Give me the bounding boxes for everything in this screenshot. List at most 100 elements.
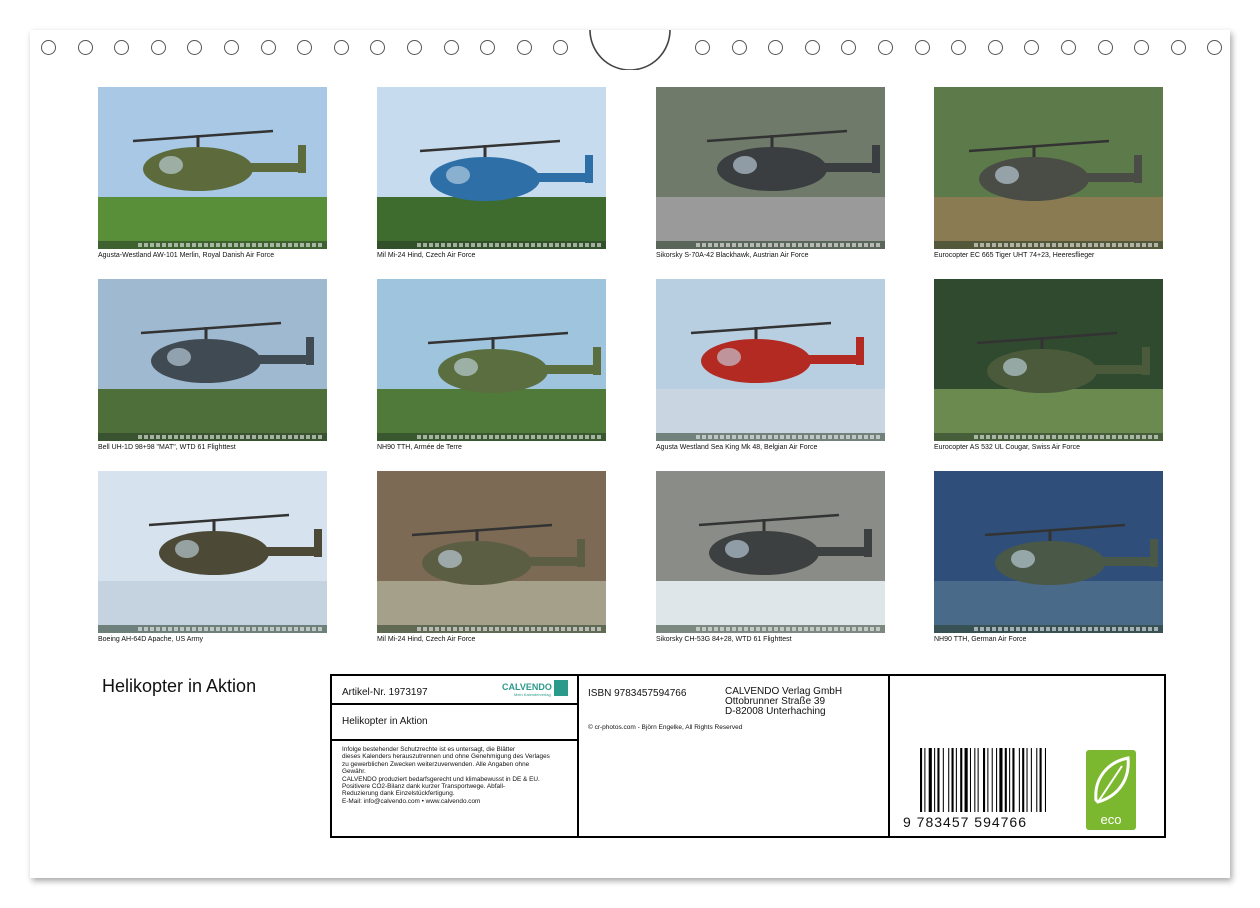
day-marker — [597, 435, 601, 439]
day-marker — [738, 243, 742, 247]
day-marker — [720, 435, 724, 439]
day-marker — [762, 243, 766, 247]
barcode-number: 9 783457 594766 — [903, 814, 1027, 830]
day-marker — [252, 435, 256, 439]
day-marker — [471, 435, 475, 439]
day-marker — [774, 627, 778, 631]
day-marker — [1016, 243, 1020, 247]
day-marker — [1022, 243, 1026, 247]
day-marker — [180, 627, 184, 631]
day-marker — [447, 435, 451, 439]
day-marker — [216, 243, 220, 247]
photo-caption: Eurocopter AS 532 UL Cougar, Swiss Air F… — [934, 444, 1081, 451]
helicopter-photo — [934, 471, 1163, 633]
day-marker — [1118, 435, 1122, 439]
leaf-icon — [1094, 756, 1130, 804]
day-marker — [477, 627, 481, 631]
day-marker — [144, 627, 148, 631]
photo-image — [934, 471, 1163, 633]
day-marker — [1076, 243, 1080, 247]
day-marker — [192, 243, 196, 247]
month-strip — [656, 625, 885, 633]
day-marker — [1082, 627, 1086, 631]
day-marker — [864, 627, 868, 631]
day-marker — [531, 627, 535, 631]
day-marker — [519, 243, 523, 247]
day-marker — [1022, 627, 1026, 631]
day-marker — [786, 627, 790, 631]
day-marker — [186, 243, 190, 247]
day-marker — [318, 627, 322, 631]
day-marker — [276, 627, 280, 631]
day-marker — [300, 627, 304, 631]
day-marker — [555, 243, 559, 247]
binding-ring — [553, 40, 569, 55]
day-marker — [834, 435, 838, 439]
day-marker — [573, 627, 577, 631]
photo-image — [98, 87, 327, 249]
day-marker — [1070, 627, 1074, 631]
day-marker — [276, 435, 280, 439]
day-marker — [477, 435, 481, 439]
day-marker — [585, 243, 589, 247]
day-marker — [423, 627, 427, 631]
day-marker — [1136, 435, 1140, 439]
day-marker — [702, 243, 706, 247]
day-marker — [162, 435, 166, 439]
day-marker — [543, 435, 547, 439]
legal-line: Gewähr. — [342, 768, 366, 776]
binding-ring — [1134, 40, 1150, 55]
day-marker — [186, 435, 190, 439]
day-marker — [1040, 243, 1044, 247]
day-marker — [258, 435, 262, 439]
month-strip — [98, 625, 327, 633]
day-marker — [513, 435, 517, 439]
day-marker — [1064, 627, 1068, 631]
day-marker — [258, 627, 262, 631]
day-marker — [756, 243, 760, 247]
day-marker — [423, 243, 427, 247]
month-strip — [934, 433, 1163, 441]
helicopter-photo — [377, 87, 606, 249]
photo-image — [377, 279, 606, 441]
day-marker — [465, 627, 469, 631]
photo-image — [377, 87, 606, 249]
day-marker — [138, 435, 142, 439]
day-marker — [804, 243, 808, 247]
day-marker — [744, 435, 748, 439]
divider — [332, 703, 577, 705]
binding-ring — [150, 40, 166, 55]
day-marker — [696, 243, 700, 247]
day-marker — [852, 243, 856, 247]
day-marker — [756, 627, 760, 631]
day-marker — [816, 243, 820, 247]
calendar-title: Helikopter in Aktion — [102, 676, 257, 696]
day-marker — [828, 243, 832, 247]
day-marker — [1130, 243, 1134, 247]
day-marker — [750, 627, 754, 631]
day-marker — [483, 627, 487, 631]
day-marker — [828, 627, 832, 631]
day-marker — [852, 627, 856, 631]
day-marker — [1052, 243, 1056, 247]
day-marker — [180, 435, 184, 439]
day-marker — [156, 627, 160, 631]
day-marker — [198, 435, 202, 439]
day-marker — [756, 435, 760, 439]
day-marker — [1070, 435, 1074, 439]
day-marker — [708, 435, 712, 439]
day-marker — [846, 243, 850, 247]
day-marker — [507, 243, 511, 247]
day-marker — [543, 627, 547, 631]
day-marker — [459, 627, 463, 631]
day-marker — [561, 435, 565, 439]
day-marker — [234, 627, 238, 631]
legal-line: CALVENDO produziert bedarfsgerecht und k… — [342, 775, 540, 783]
day-marker — [1058, 243, 1062, 247]
binding-ring — [370, 40, 386, 55]
day-marker — [1088, 435, 1092, 439]
day-marker — [447, 627, 451, 631]
day-marker — [1058, 435, 1062, 439]
day-marker — [732, 243, 736, 247]
day-marker — [810, 243, 814, 247]
